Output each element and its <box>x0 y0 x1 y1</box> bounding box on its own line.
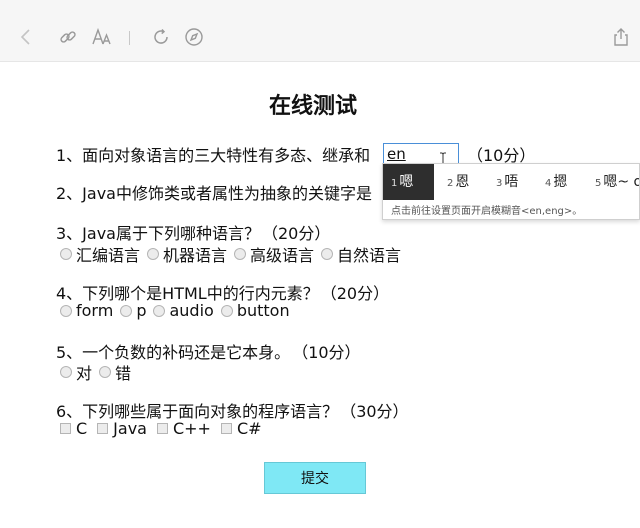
ime-candidate-number: 4 <box>545 178 552 189</box>
question-3-options: 汇编语言 机器语言 高级语言 自然语言 <box>60 242 408 266</box>
ime-candidate[interactable]: 4摁 <box>545 164 567 200</box>
option-label: form <box>76 301 114 320</box>
radio-button[interactable] <box>60 366 72 378</box>
radio-button[interactable] <box>153 304 166 317</box>
ime-candidate-number: 2 <box>447 178 454 189</box>
question-4-option[interactable]: form <box>60 301 113 320</box>
question-3-score: （20分） <box>261 224 331 243</box>
question-4-options: form p audio button <box>60 301 297 320</box>
checkbox[interactable] <box>156 423 168 434</box>
question-5-option[interactable]: 错 <box>99 360 131 384</box>
radio-button[interactable] <box>147 248 160 260</box>
question-3: 3、Java属于下列哪种语言？ （20分） <box>56 220 330 244</box>
radio-button[interactable] <box>60 248 72 260</box>
option-label: C# <box>236 419 262 438</box>
question-6-option[interactable]: Java <box>97 419 147 438</box>
option-label: button <box>236 301 290 320</box>
ime-candidate[interactable]: 2恩 <box>447 164 469 200</box>
ime-candidate[interactable]: 1嗯 <box>383 164 434 200</box>
ime-candidate[interactable]: 3唔 <box>496 164 518 200</box>
option-label: audio <box>169 301 214 320</box>
ime-candidate-popup: 1嗯 2恩 3唔 4摁 5 嗯~ o 点击前往设置页面开启模糊音<en,eng>。 <box>382 163 640 220</box>
ime-candidate-list: 1嗯 2恩 3唔 4摁 5 嗯~ o <box>383 164 640 200</box>
radio-button[interactable] <box>60 304 72 317</box>
question-3-text: 3、Java属于下列哪种语言？ <box>56 224 260 243</box>
question-6-option[interactable]: C++ <box>156 419 211 438</box>
refresh-icon[interactable] <box>150 26 172 48</box>
ime-candidate-text: 嗯 <box>399 174 414 190</box>
option-label: 对 <box>76 364 93 383</box>
checkbox[interactable] <box>220 423 232 434</box>
back-icon[interactable] <box>15 26 37 48</box>
radio-button[interactable] <box>234 248 247 260</box>
compass-icon[interactable] <box>183 26 205 48</box>
option-label: Java <box>113 419 147 438</box>
question-2: 2、Java中修饰类或者属性为抽象的关键字是 <box>56 180 372 204</box>
text-size-icon[interactable] <box>91 26 113 48</box>
radio-button[interactable] <box>220 304 233 317</box>
question-6-options: C Java C++ C# <box>60 419 269 438</box>
option-label: p <box>136 301 147 320</box>
question-4-option[interactable]: audio <box>153 301 214 320</box>
link-icon[interactable] <box>57 26 79 48</box>
option-label: 机器语言 <box>163 246 228 265</box>
question-4-option[interactable]: button <box>220 301 290 320</box>
submit-button[interactable]: 提交 <box>264 462 366 494</box>
ime-candidate[interactable]: 5 嗯~ o <box>595 164 640 200</box>
checkbox[interactable] <box>60 423 71 434</box>
option-label: 自然语言 <box>337 246 402 265</box>
radio-button[interactable] <box>321 248 334 260</box>
question-3-option[interactable]: 机器语言 <box>147 242 227 266</box>
ime-candidate-number: 3 <box>496 178 503 189</box>
question-1-text: 1、面向对象语言的三大特性有多态、继承和 <box>56 146 371 165</box>
option-label: 汇编语言 <box>76 246 141 265</box>
ime-candidate-text: 恩 <box>455 174 470 190</box>
question-1: 1、面向对象语言的三大特性有多态、继承和 <box>56 142 370 166</box>
radio-button[interactable] <box>99 366 112 378</box>
question-3-option[interactable]: 汇编语言 <box>60 242 140 266</box>
question-1-answer-input[interactable]: en <box>383 143 459 165</box>
checkbox[interactable] <box>97 423 109 434</box>
ime-candidate-text: 摁 <box>553 174 568 190</box>
question-6-option[interactable]: C# <box>220 419 262 438</box>
question-1-input-value: en <box>387 145 406 163</box>
share-icon[interactable] <box>610 26 632 48</box>
question-5-option[interactable]: 对 <box>60 360 92 384</box>
ime-hint-text[interactable]: 点击前往设置页面开启模糊音<en,eng>。 <box>391 202 582 217</box>
option-label: 高级语言 <box>250 246 315 265</box>
radio-button[interactable] <box>120 304 133 317</box>
page-title: 在线测试 <box>268 94 357 119</box>
option-label: 错 <box>115 364 132 383</box>
ime-candidate-text: 唔 <box>504 174 519 190</box>
question-5-score: （10分） <box>292 343 361 362</box>
question-2-text: 2、Java中修饰类或者属性为抽象的关键字是 <box>56 184 372 203</box>
question-6-score: （30分） <box>340 402 409 421</box>
question-4-option[interactable]: p <box>120 301 146 320</box>
toolbar-separator <box>129 31 130 45</box>
ime-candidate-number: 5 <box>595 178 602 189</box>
question-5-options: 对 错 <box>60 360 138 384</box>
question-4-score: （20分） <box>320 284 390 303</box>
ime-candidate-text: 嗯~ o <box>603 174 640 190</box>
option-label: C++ <box>172 419 211 438</box>
question-3-option[interactable]: 高级语言 <box>234 242 314 266</box>
question-6-option[interactable]: C <box>60 419 87 438</box>
option-label: C <box>76 419 88 438</box>
browser-toolbar <box>0 0 640 62</box>
ime-candidate-number: 1 <box>391 178 398 189</box>
question-3-option[interactable]: 自然语言 <box>321 242 401 266</box>
